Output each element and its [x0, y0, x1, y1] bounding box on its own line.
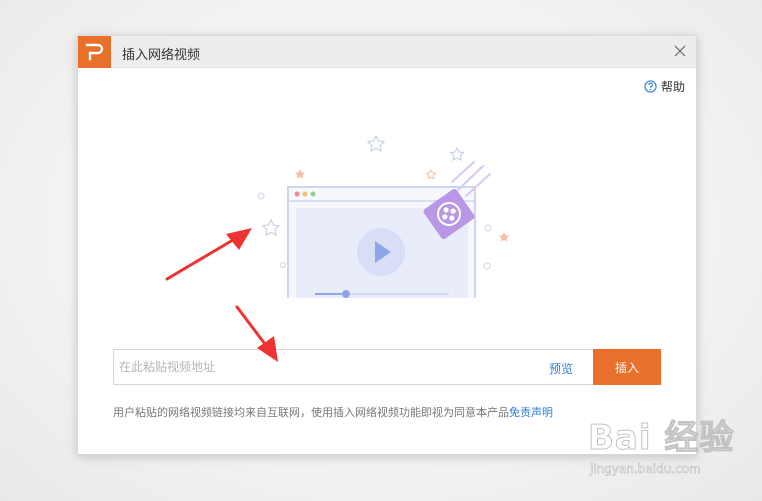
play-icon — [357, 228, 405, 276]
video-url-input[interactable] — [114, 350, 534, 384]
baidu-watermark: Bai 经验 jingyan.baidu.com — [587, 408, 738, 488]
preview-link[interactable]: 预览 — [549, 360, 573, 377]
app-logo-icon — [78, 36, 111, 68]
watermark-main: Bai 经验 — [587, 418, 735, 459]
annotation-arrow-icon — [235, 305, 278, 362]
close-icon[interactable] — [672, 43, 688, 59]
disclaimer-body: 用户粘贴的网络视频链接均来自互联网，使用插入网络视频功能即视为同意本产品 — [113, 406, 509, 419]
watermark-sub: jingyan.baidu.com — [590, 462, 701, 477]
url-input-row: 预览 插入 — [113, 349, 661, 385]
dialog-title: 插入网络视频 — [122, 48, 201, 63]
annotation-arrow-icon — [165, 228, 252, 281]
help-link[interactable]: 帮助 — [644, 78, 685, 95]
help-label: 帮助 — [660, 80, 685, 94]
dialog-titlebar: 插入网络视频 — [78, 36, 696, 68]
insert-button[interactable]: 插入 — [593, 349, 661, 385]
disclaimer-text: 用户粘贴的网络视频链接均来自互联网，使用插入网络视频功能即视为同意本产品免责声明 — [113, 404, 553, 420]
disclaimer-link[interactable]: 免责声明 — [509, 406, 553, 419]
question-circle-icon — [644, 80, 657, 93]
url-box: 预览 — [113, 349, 593, 385]
video-player-illustration — [257, 134, 510, 298]
